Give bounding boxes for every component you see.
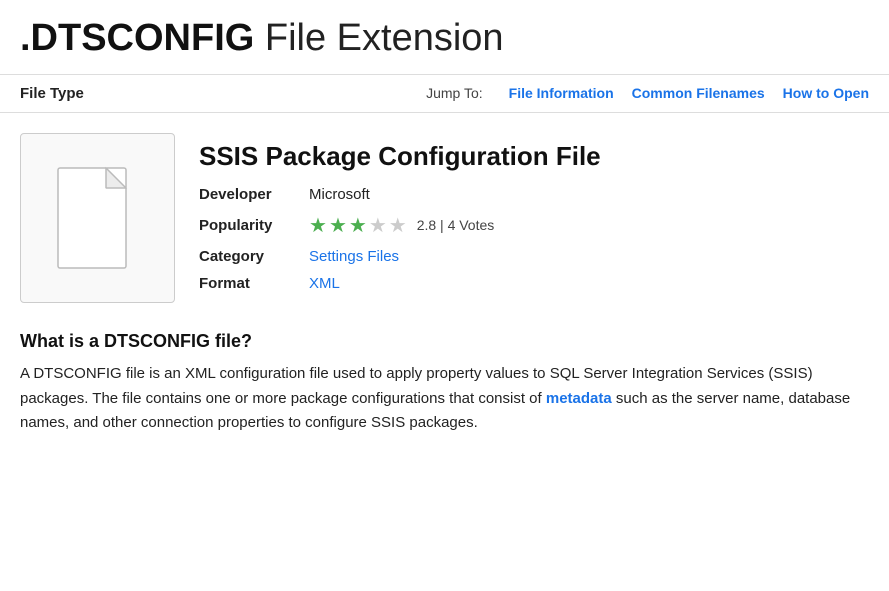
stars: ★ ★ ★ ★ ★ [309, 213, 407, 238]
nav-link-common-filenames[interactable]: Common Filenames [632, 85, 765, 101]
category-link[interactable]: Settings Files [309, 248, 399, 265]
extension-text: .DTSCONFIG [20, 17, 254, 59]
star-4: ★ [369, 213, 387, 238]
page-title: .DTSCONFIG File Extension [20, 18, 869, 60]
star-2: ★ [329, 213, 347, 238]
page-header: .DTSCONFIG File Extension [0, 0, 889, 75]
file-details: SSIS Package Configuration File Develope… [199, 133, 869, 302]
developer-value: Microsoft [309, 186, 370, 203]
nav-bar: File Type Jump To: File Information Comm… [0, 75, 889, 113]
star-3: ★ [349, 213, 367, 238]
category-label: Category [199, 248, 309, 265]
developer-row: Developer Microsoft [199, 186, 869, 203]
stars-wrapper: ★ ★ ★ ★ ★ 2.8 | 4 Votes [309, 213, 494, 238]
rating-text: 2.8 | 4 Votes [417, 217, 495, 233]
star-5: ★ [389, 213, 407, 238]
file-icon-wrapper [20, 133, 175, 303]
subtitle-text: File Extension [265, 17, 504, 59]
description-text: A DTSCONFIG file is an XML configuration… [20, 362, 869, 436]
main-content: SSIS Package Configuration File Develope… [0, 113, 889, 456]
file-name-title: SSIS Package Configuration File [199, 141, 869, 172]
file-icon [53, 163, 143, 273]
format-row: Format XML [199, 275, 869, 292]
popularity-label: Popularity [199, 217, 309, 234]
popularity-row: Popularity ★ ★ ★ ★ ★ 2.8 | 4 Votes [199, 213, 869, 238]
developer-label: Developer [199, 186, 309, 203]
nav-link-how-to-open[interactable]: How to Open [783, 85, 869, 101]
metadata-link[interactable]: metadata [546, 390, 612, 407]
nav-link-file-information[interactable]: File Information [509, 85, 614, 101]
category-row: Category Settings Files [199, 248, 869, 265]
file-info-section: SSIS Package Configuration File Develope… [20, 133, 869, 303]
nav-file-type-label: File Type [20, 85, 84, 102]
description-heading: What is a DTSCONFIG file? [20, 331, 869, 352]
format-link[interactable]: XML [309, 275, 340, 292]
jump-to-label: Jump To: [426, 85, 483, 101]
star-1: ★ [309, 213, 327, 238]
format-label: Format [199, 275, 309, 292]
description-section: What is a DTSCONFIG file? A DTSCONFIG fi… [20, 331, 869, 436]
